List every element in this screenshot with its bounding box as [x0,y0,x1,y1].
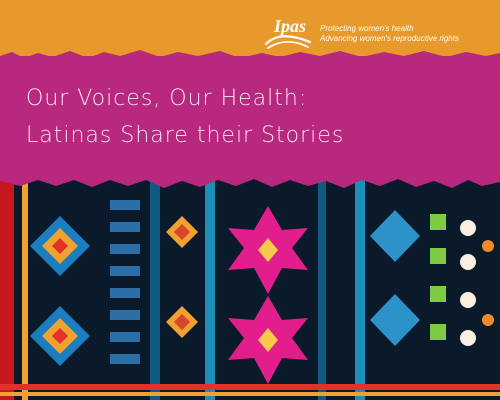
headline-line-1: Our Voices, Our Health: [26,86,308,111]
logo-wordmark: Ipas [274,16,307,36]
woven-textile-pattern-icon [0,176,500,400]
cover-page: Ipas Protecting women's health Advancing… [0,0,500,400]
cover-headline: Our Voices, Our Health: Latinas Share th… [26,86,486,160]
headline-line-2: Latinas Share their Stories [26,123,345,148]
torn-paper-edge-top [0,50,500,64]
tagline-line-2: Advancing women's reproductive rights [320,34,459,43]
torn-paper-edge-bottom [0,168,500,188]
tagline-line-1: Protecting women's health [320,24,414,33]
logo-tagline: Protecting women's health Advancing wome… [320,24,459,44]
